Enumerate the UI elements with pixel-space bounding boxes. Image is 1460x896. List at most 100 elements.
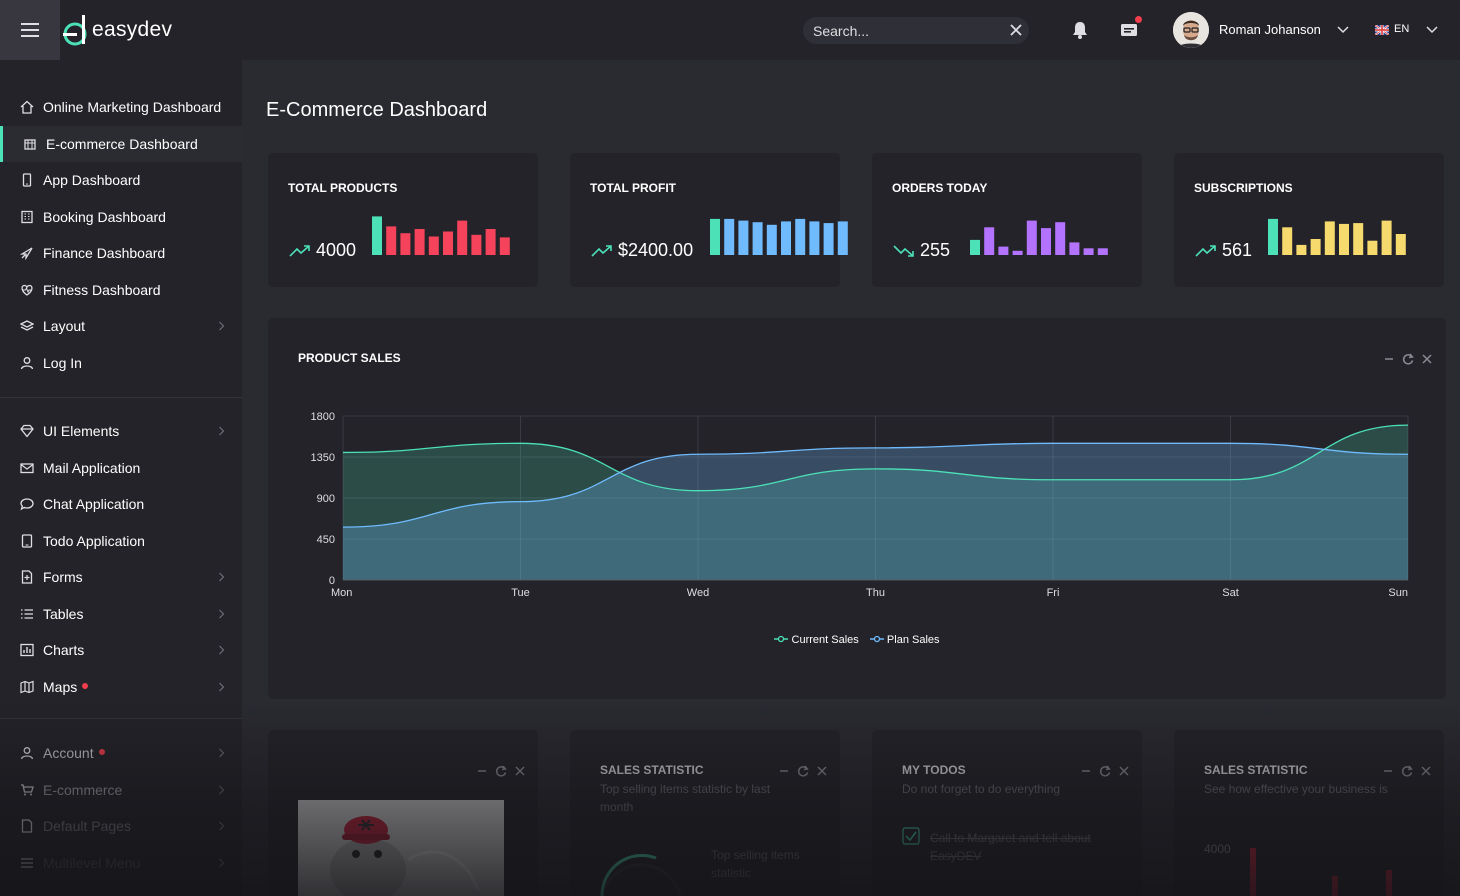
search-input[interactable]: Search... bbox=[813, 23, 869, 39]
kpi-bar[interactable] bbox=[752, 222, 763, 255]
refresh-icon[interactable] bbox=[1400, 764, 1414, 778]
kpi-bar[interactable] bbox=[724, 218, 735, 255]
close-icon[interactable] bbox=[1419, 764, 1433, 778]
sidebar-item-booking-dashboard[interactable]: Booking Dashboard bbox=[0, 199, 242, 235]
refresh-icon[interactable] bbox=[796, 764, 810, 778]
sidebar-item-todo-application[interactable]: Todo Application bbox=[0, 523, 242, 559]
refresh-icon[interactable] bbox=[494, 764, 508, 778]
kpi-bar[interactable] bbox=[1069, 242, 1080, 255]
kpi-bar[interactable] bbox=[795, 218, 806, 255]
bell-icon[interactable] bbox=[1070, 20, 1090, 40]
kpi-bar[interactable] bbox=[386, 226, 397, 255]
page-title: E-Commerce Dashboard bbox=[266, 99, 488, 121]
logo[interactable]: easydev bbox=[62, 13, 172, 47]
close-icon[interactable] bbox=[815, 764, 829, 778]
product-image[interactable] bbox=[298, 800, 504, 896]
sidebar-item-ui-elements[interactable]: UI Elements bbox=[0, 413, 242, 449]
kpi-bar[interactable] bbox=[1268, 218, 1278, 255]
legend-label: Plan Sales bbox=[886, 634, 940, 646]
sidebar-item-account[interactable]: Account bbox=[0, 735, 242, 771]
kpi-bar[interactable] bbox=[970, 239, 980, 255]
list-icon bbox=[21, 608, 33, 619]
chevron-down-icon[interactable] bbox=[1337, 26, 1349, 34]
sidebar-item-multilevel-menu[interactable]: Multilevel Menu bbox=[0, 845, 242, 881]
sidebar-item-e-commerce[interactable]: E-commerce bbox=[0, 772, 242, 808]
kpi-bar[interactable] bbox=[738, 220, 749, 255]
sidebar-item-layout[interactable]: Layout bbox=[0, 308, 242, 344]
language-selector[interactable]: EN bbox=[1394, 23, 1409, 35]
sidebar-item-app-dashboard[interactable]: App Dashboard bbox=[0, 162, 242, 198]
sidebar-item-chat-application[interactable]: Chat Application bbox=[0, 486, 242, 522]
sidebar-item-mail-application[interactable]: Mail Application bbox=[0, 450, 242, 486]
kpi-bar[interactable] bbox=[1353, 223, 1364, 255]
minus-icon[interactable] bbox=[1079, 764, 1093, 778]
refresh-icon[interactable] bbox=[1098, 764, 1112, 778]
chevron-down-icon[interactable] bbox=[1426, 26, 1438, 34]
kpi-bar[interactable] bbox=[781, 221, 791, 255]
legend-item-plan-sales[interactable]: Plan Sales bbox=[869, 634, 940, 646]
kpi-bar[interactable] bbox=[1339, 223, 1349, 255]
kpi-bar[interactable] bbox=[1367, 240, 1378, 255]
kpi-bar[interactable] bbox=[1041, 228, 1051, 255]
sidebar-item-log-in[interactable]: Log In bbox=[0, 345, 242, 381]
avatar[interactable] bbox=[1173, 12, 1209, 48]
kpi-bar[interactable] bbox=[499, 237, 510, 255]
sidebar-item-charts[interactable]: Charts bbox=[0, 632, 242, 668]
close-icon[interactable] bbox=[1420, 352, 1434, 366]
kpi-bar[interactable] bbox=[998, 246, 1009, 255]
kpi-bar[interactable] bbox=[1012, 250, 1023, 255]
kpi-bar[interactable] bbox=[485, 229, 496, 255]
kpi-bar[interactable] bbox=[1296, 244, 1307, 255]
kpi-bar[interactable] bbox=[414, 229, 425, 255]
apartment-icon bbox=[21, 210, 33, 223]
kpi-bar[interactable] bbox=[1395, 234, 1406, 255]
chevron-right-icon bbox=[219, 821, 225, 831]
kpi-bar[interactable] bbox=[457, 220, 468, 255]
kpi-bar[interactable] bbox=[372, 216, 382, 255]
sidebar-item-maps[interactable]: Maps bbox=[0, 669, 242, 705]
menu-toggle-button[interactable] bbox=[0, 0, 60, 60]
user-name[interactable]: Roman Johanson bbox=[1219, 22, 1321, 37]
minus-icon[interactable] bbox=[1381, 764, 1395, 778]
sidebar-item-tables[interactable]: Tables bbox=[0, 596, 242, 632]
kpi-bar[interactable] bbox=[1381, 220, 1392, 255]
kpi-bar[interactable] bbox=[837, 221, 848, 255]
minus-icon[interactable] bbox=[1382, 352, 1396, 366]
sidebar-item-online-marketing-dashboard[interactable]: Online Marketing Dashboard bbox=[0, 89, 242, 125]
kpi-bar[interactable] bbox=[809, 221, 820, 255]
kpi-bar[interactable] bbox=[766, 224, 777, 255]
legend-item-current-sales[interactable]: Current Sales bbox=[774, 634, 859, 646]
kpi-bar[interactable] bbox=[400, 233, 411, 255]
close-icon[interactable] bbox=[513, 764, 527, 778]
kpi-bar[interactable] bbox=[1083, 248, 1094, 255]
close-icon[interactable] bbox=[1117, 764, 1131, 778]
kpi-bar[interactable] bbox=[1324, 221, 1335, 255]
todo-item-text[interactable]: Call to Margaret and tell about EasyDEV bbox=[930, 829, 1120, 865]
kpi-bar[interactable] bbox=[471, 234, 482, 255]
refresh-icon[interactable] bbox=[1401, 352, 1415, 366]
sidebar-item-default-pages[interactable]: Default Pages bbox=[0, 808, 242, 844]
kpi-bar[interactable] bbox=[710, 218, 720, 255]
chevron-right-icon bbox=[219, 321, 225, 331]
kpi-bar[interactable] bbox=[428, 236, 439, 256]
sidebar-item-label: UI Elements bbox=[43, 423, 120, 439]
minus-icon[interactable] bbox=[475, 764, 489, 778]
kpi-bar[interactable] bbox=[1282, 227, 1293, 255]
kpi-bar[interactable] bbox=[1097, 248, 1108, 255]
mail-icon[interactable] bbox=[1119, 20, 1139, 40]
sidebar-item-fitness-dashboard[interactable]: Fitness Dashboard bbox=[0, 272, 242, 308]
kpi-bar[interactable] bbox=[823, 223, 834, 255]
todo-checkbox[interactable] bbox=[902, 827, 920, 845]
kpi-bar[interactable] bbox=[1055, 222, 1066, 255]
sidebar-item-forms[interactable]: Forms bbox=[0, 559, 242, 595]
minus-icon[interactable] bbox=[777, 764, 791, 778]
kpi-bar[interactable] bbox=[443, 231, 453, 256]
kpi-bar[interactable] bbox=[1310, 239, 1321, 255]
sidebar-item-e-commerce-dashboard[interactable]: E-commerce Dashboard bbox=[0, 125, 242, 162]
sidebar-item-finance-dashboard[interactable]: Finance Dashboard bbox=[0, 235, 242, 271]
sales-statistic-card: SALES STATISTIC Top selling items statis… bbox=[570, 730, 840, 896]
kpi-bar[interactable] bbox=[1026, 220, 1037, 255]
close-icon[interactable] bbox=[1007, 21, 1025, 39]
search-box[interactable]: Search... bbox=[803, 17, 1029, 44]
kpi-bar[interactable] bbox=[984, 227, 995, 255]
